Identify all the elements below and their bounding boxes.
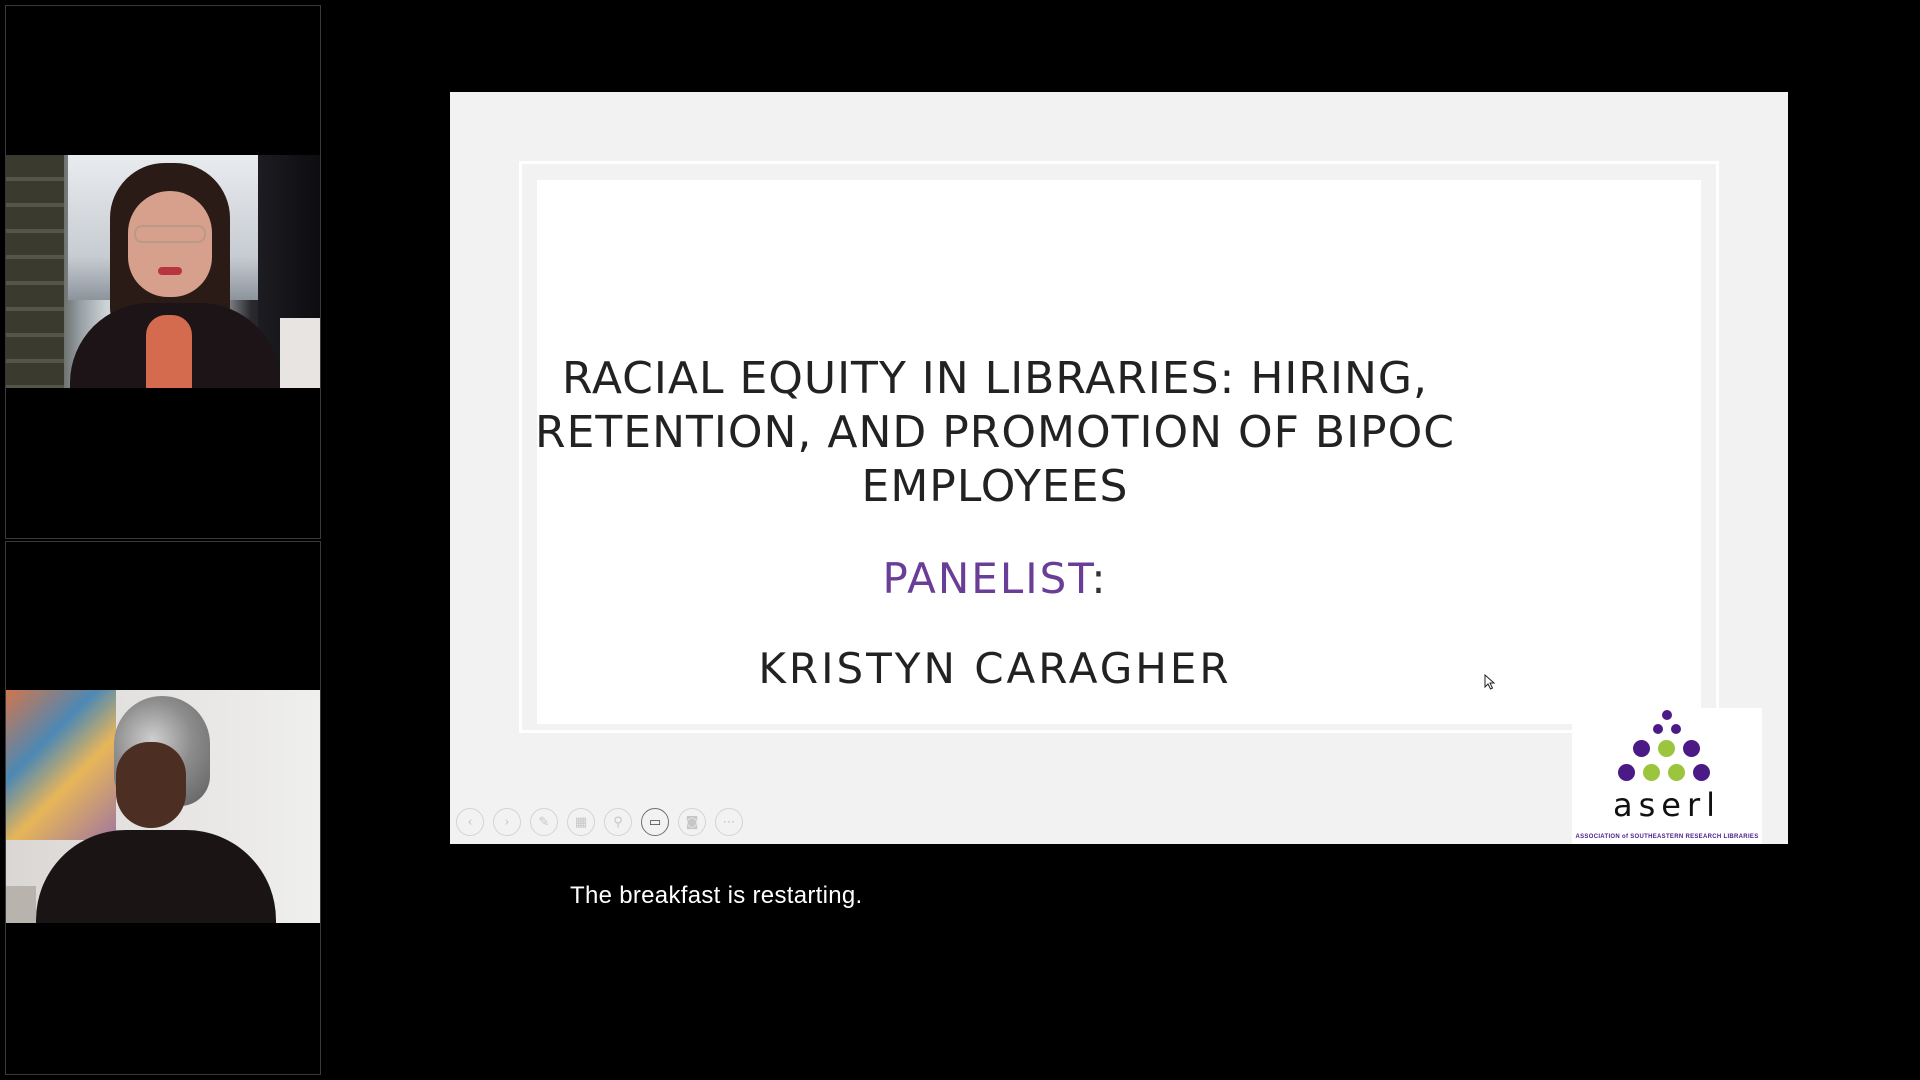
participant-video-2 <box>6 690 320 923</box>
logo-wordmark: aserl <box>1612 786 1721 824</box>
panelist-colon: : <box>1091 554 1108 603</box>
pen-tool-button[interactable]: ✎ <box>530 808 558 836</box>
slide-title: RACIAL EQUITY IN LIBRARIES: HIRING, RETE… <box>450 352 1540 514</box>
participant-tile-2[interactable] <box>5 541 321 1075</box>
panelist-heading: PANELIST: <box>450 554 1540 604</box>
shared-slide: RACIAL EQUITY IN LIBRARIES: HIRING, RETE… <box>450 92 1788 844</box>
participant-tile-1[interactable] <box>5 5 321 539</box>
aserl-logo: aserl ASSOCIATION of SOUTHEASTERN RESEAR… <box>1572 708 1762 844</box>
panelist-name: KRISTYN CARAGHER <box>758 644 1232 693</box>
chevron-right-icon: › <box>504 814 510 830</box>
logo-tagline: ASSOCIATION of SOUTHEASTERN RESEARCH LIB… <box>1575 834 1759 840</box>
camera-icon: ◙ <box>685 814 699 830</box>
live-caption: The breakfast is restarting. <box>570 882 863 909</box>
slide-title-line: RETENTION, AND PROMOTION OF BIPOC <box>535 407 1455 458</box>
magnifier-icon: ⚲ <box>613 814 623 830</box>
slideshow-toolbar: ‹ › ✎ ▦ ⚲ ▭ ◙ ⋯ <box>456 808 743 838</box>
next-slide-button[interactable]: › <box>493 808 521 836</box>
mouse-cursor-icon <box>1484 674 1496 690</box>
see-all-slides-button[interactable]: ▦ <box>567 808 595 836</box>
subtitles-button[interactable]: ▭ <box>641 808 669 836</box>
subtitles-icon: ▭ <box>648 814 662 830</box>
pen-icon: ✎ <box>538 814 550 830</box>
meeting-stage: RACIAL EQUITY IN LIBRARIES: HIRING, RETE… <box>0 0 1920 1080</box>
zoom-button[interactable]: ⚲ <box>604 808 632 836</box>
grid-icon: ▦ <box>574 814 588 830</box>
more-options-button[interactable]: ⋯ <box>715 808 743 836</box>
participant-video-1 <box>6 155 320 388</box>
chevron-left-icon: ‹ <box>467 814 473 830</box>
panelist-label: PANELIST <box>882 554 1092 603</box>
ellipsis-icon: ⋯ <box>722 814 736 830</box>
slide-title-line: RACIAL EQUITY IN LIBRARIES: HIRING, <box>562 353 1428 404</box>
slide-title-line: EMPLOYEES <box>861 461 1129 512</box>
previous-slide-button[interactable]: ‹ <box>456 808 484 836</box>
camera-button[interactable]: ◙ <box>678 808 706 836</box>
